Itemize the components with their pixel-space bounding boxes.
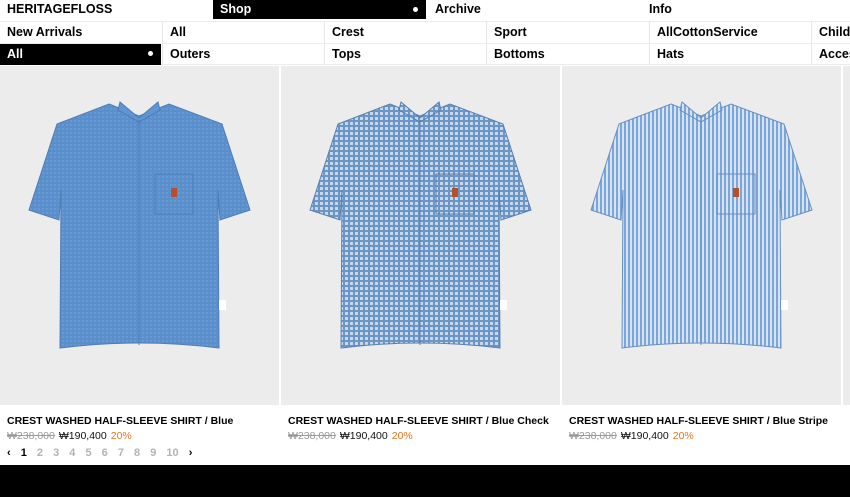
nav-shop-label: Shop xyxy=(220,2,252,16)
shirt-image xyxy=(28,101,251,349)
page-link[interactable]: 9 xyxy=(150,447,156,459)
prev-page-icon[interactable]: ‹ xyxy=(7,447,11,459)
page-link[interactable]: 4 xyxy=(69,447,75,459)
original-price: ₩238,000 xyxy=(288,430,336,442)
product-price: ₩238,000 ₩190,400 20% xyxy=(7,430,132,442)
page-link[interactable]: 5 xyxy=(85,447,91,459)
category-nav: New Arrivals All Crest Sport AllCottonSe… xyxy=(0,21,850,43)
subcategory-hats[interactable]: Hats xyxy=(649,44,811,65)
product-price: ₩238,000 ₩190,400 20% xyxy=(288,430,413,442)
subcategory-accessories[interactable]: Access xyxy=(811,44,850,65)
page-link[interactable]: 6 xyxy=(102,447,108,459)
subcategory-all-label: All xyxy=(7,47,23,61)
page-link[interactable]: 7 xyxy=(118,447,124,459)
subcategory-bottoms[interactable]: Bottoms xyxy=(486,44,649,65)
page-link[interactable]: 1 xyxy=(21,447,27,459)
subcategory-all[interactable]: All xyxy=(0,44,161,65)
product-title[interactable]: CREST WASHED HALF-SLEEVE SHIRT / Blue St… xyxy=(569,415,828,427)
product-image[interactable] xyxy=(562,66,841,405)
shirt-image xyxy=(309,101,532,349)
footer-bar xyxy=(0,465,850,497)
product-image[interactable] xyxy=(843,66,850,405)
product-title[interactable]: CREST WASHED HALF-SLEEVE SHIRT / Blue Ch… xyxy=(288,415,549,427)
page-link[interactable]: 2 xyxy=(37,447,43,459)
active-dot-icon xyxy=(413,7,418,12)
product-grid: CREST WASHED HALF-SLEEVE SHIRT / Blue ₩2… xyxy=(0,66,850,445)
discount-badge: 20% xyxy=(391,430,413,442)
subcategory-outers[interactable]: Outers xyxy=(162,44,324,65)
category-new-arrivals[interactable]: New Arrivals xyxy=(0,22,161,43)
product-card[interactable]: CREST WASHED HALF-SLEEVE SHIRT / Blue St… xyxy=(562,66,841,445)
product-image[interactable] xyxy=(281,66,560,405)
nav-info[interactable]: Info xyxy=(642,0,850,19)
original-price: ₩238,000 xyxy=(569,430,617,442)
category-crest[interactable]: Crest xyxy=(324,22,486,43)
product-image[interactable] xyxy=(0,66,279,405)
shirt-image xyxy=(590,101,813,349)
sale-price: ₩190,400 xyxy=(620,430,669,442)
product-card[interactable]: CREST WASHED HALF-SLEEVE SHIRT / Blue Ch… xyxy=(281,66,560,445)
nav-archive[interactable]: Archive xyxy=(428,0,641,19)
active-dot-icon xyxy=(148,51,153,56)
next-page-icon[interactable]: › xyxy=(189,447,193,459)
page-link[interactable]: 10 xyxy=(166,447,178,459)
original-price: ₩238,000 xyxy=(7,430,55,442)
sale-price: ₩190,400 xyxy=(58,430,107,442)
discount-badge: 20% xyxy=(110,430,132,442)
category-children[interactable]: Childr xyxy=(811,22,850,43)
subcategory-nav: All Outers Tops Bottoms Hats Access xyxy=(0,43,850,65)
product-price: ₩238,000 ₩190,400 20% xyxy=(569,430,694,442)
nav-shop[interactable]: Shop xyxy=(213,0,426,19)
product-card-partial[interactable] xyxy=(843,66,850,445)
product-card[interactable]: CREST WASHED HALF-SLEEVE SHIRT / Blue ₩2… xyxy=(0,66,279,445)
page-link[interactable]: 3 xyxy=(53,447,59,459)
page-link[interactable]: 8 xyxy=(134,447,140,459)
subcategory-tops[interactable]: Tops xyxy=(324,44,486,65)
discount-badge: 20% xyxy=(672,430,694,442)
product-title[interactable]: CREST WASHED HALF-SLEEVE SHIRT / Blue xyxy=(7,415,233,427)
category-allcottonservice[interactable]: AllCottonService xyxy=(649,22,811,43)
brand-logo[interactable]: HERITAGEFLOSS xyxy=(0,0,213,19)
pagination: ‹ 1 2 3 4 5 6 7 8 9 10 › xyxy=(7,447,199,461)
top-nav: HERITAGEFLOSS Shop Archive Info xyxy=(0,0,850,19)
category-all[interactable]: All xyxy=(162,22,324,43)
sale-price: ₩190,400 xyxy=(339,430,388,442)
category-sport[interactable]: Sport xyxy=(486,22,649,43)
